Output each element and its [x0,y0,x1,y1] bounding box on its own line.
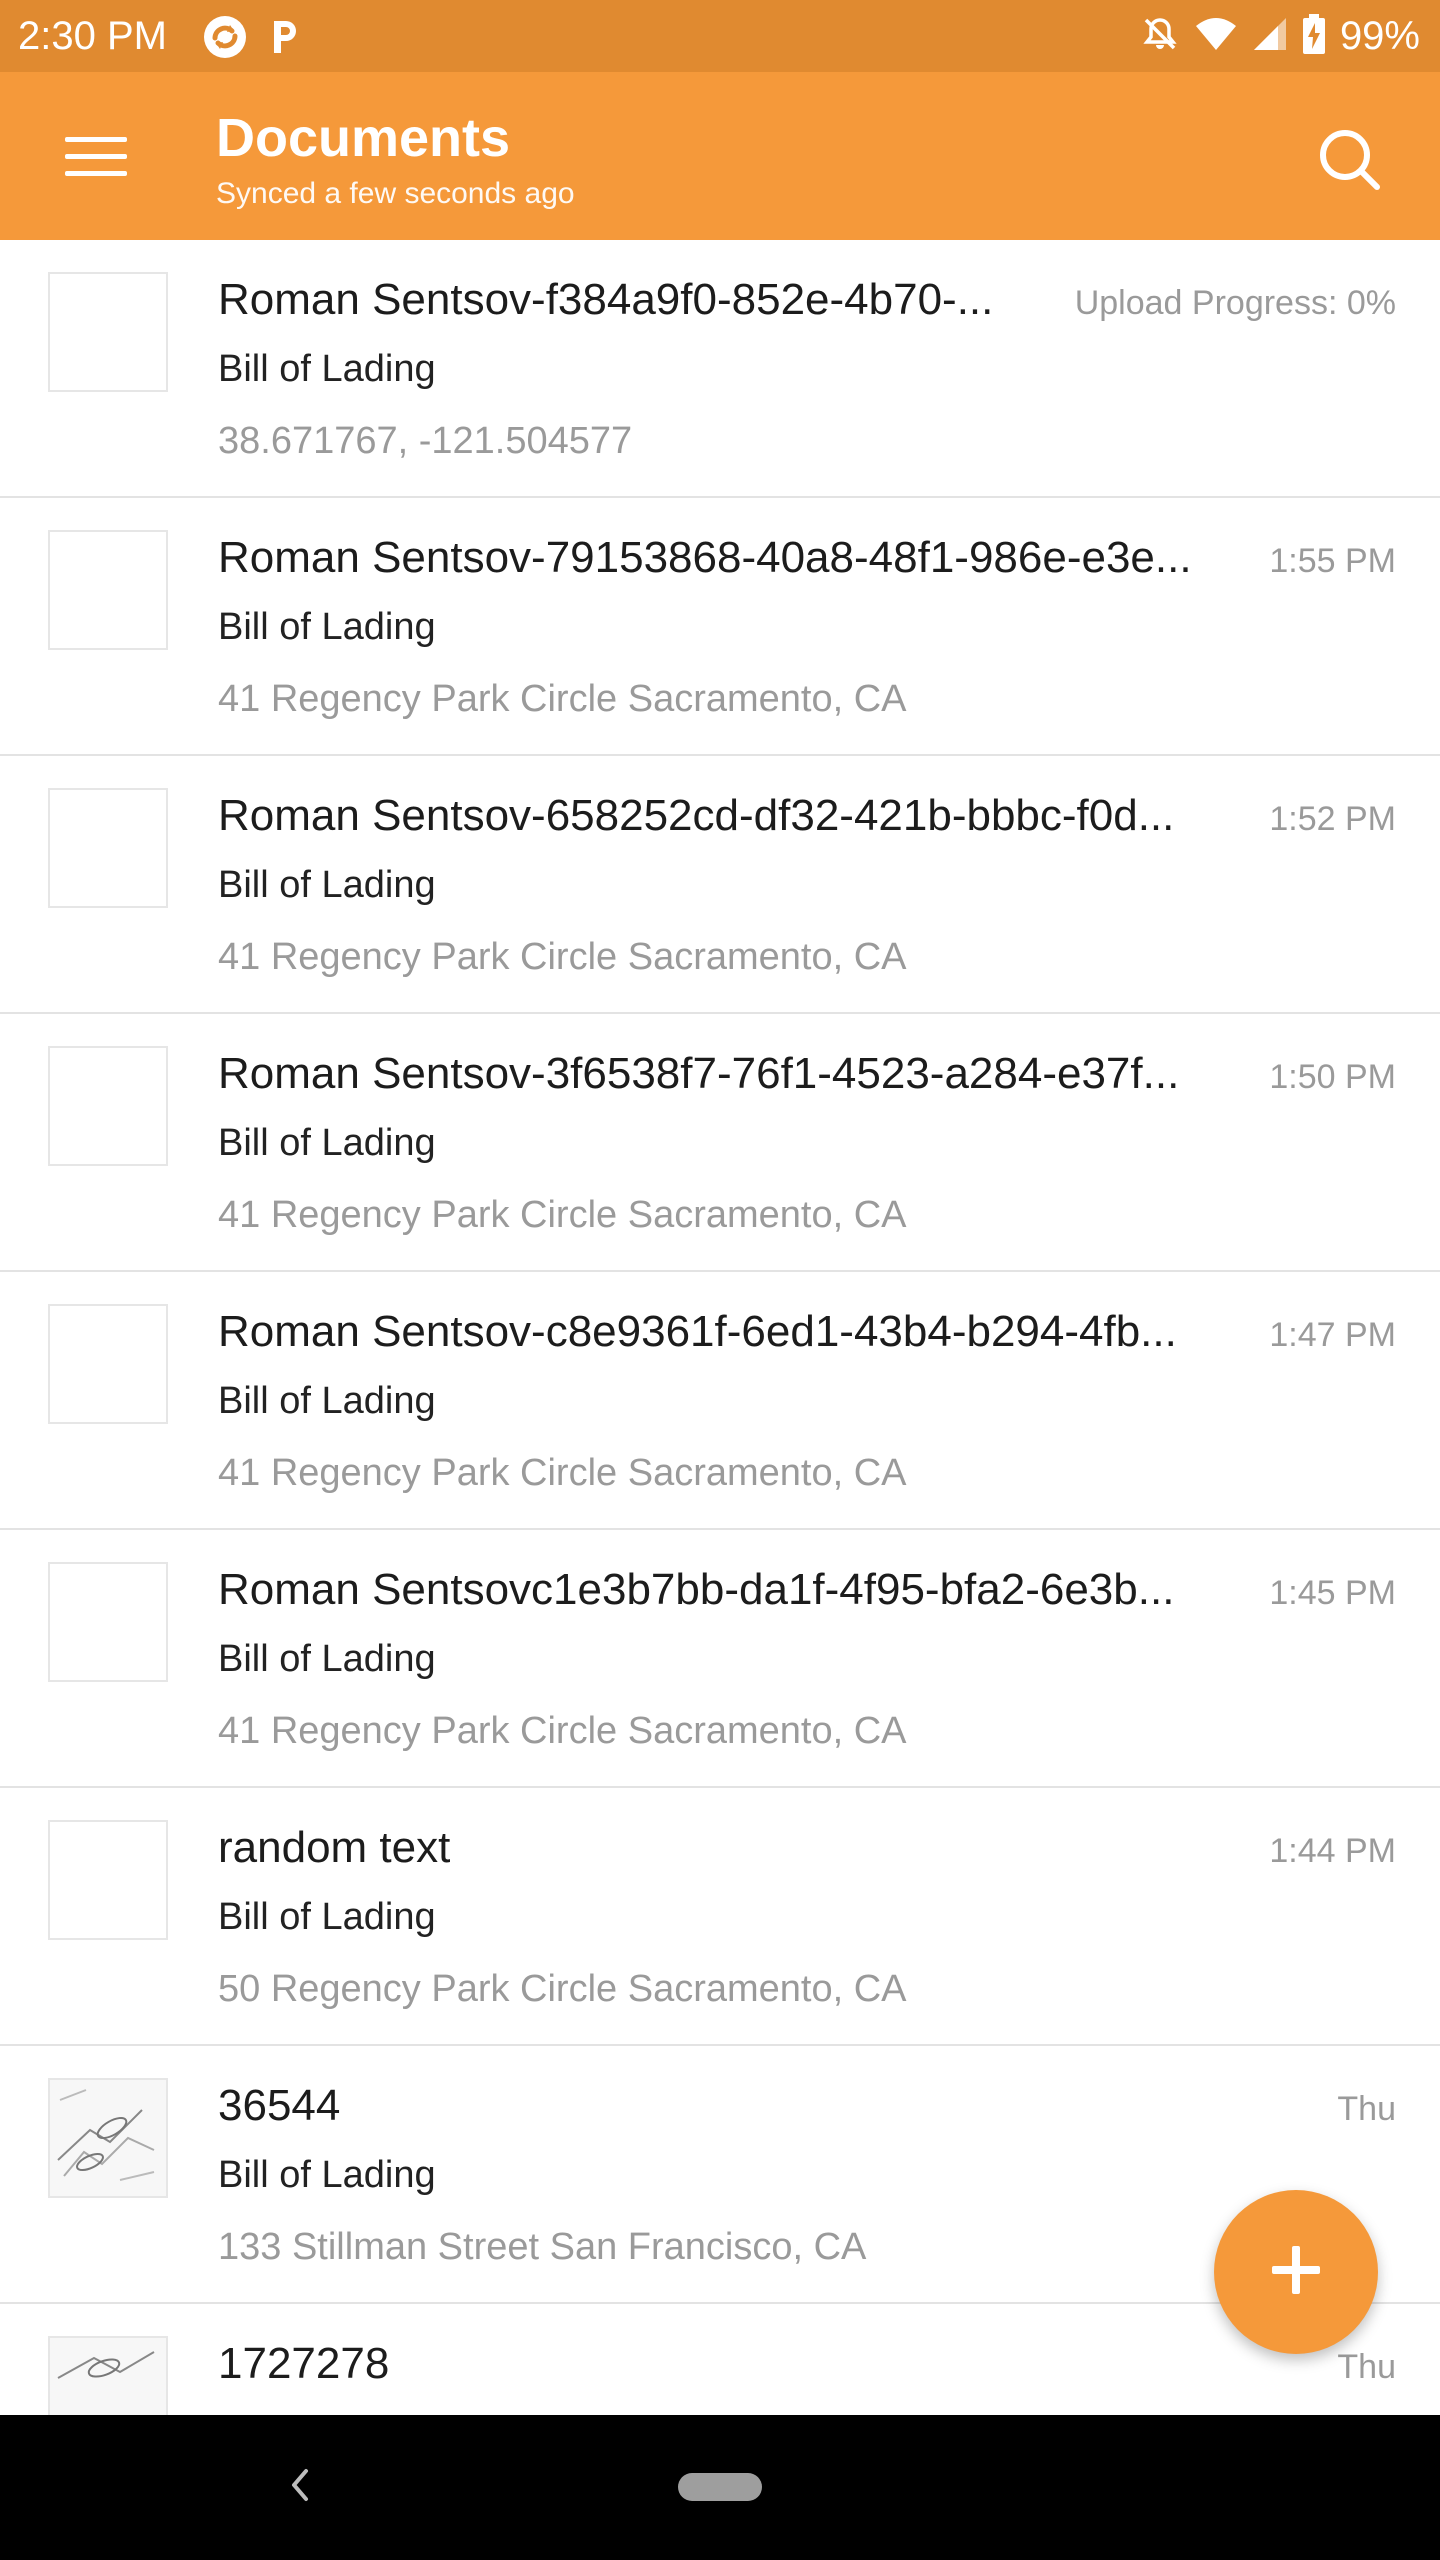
document-name: Roman Sentsov-658252cd-df32-421b-bbbc-f0… [218,791,1175,840]
document-item[interactable]: Roman Sentsov-658252cd-df32-421b-bbbc-f0… [0,756,1440,1014]
document-thumbnail [48,1562,168,1682]
page-title: Documents [216,108,511,168]
plus-icon [1270,2244,1322,2301]
document-location: 133 Stillman Street San Francisco, CA [218,2226,867,2268]
document-item[interactable]: 1727278 Thu [0,2304,1440,2415]
document-name: Roman Sentsov-79153868-40a8-48f1-986e-e3… [218,533,1192,582]
battery-charging-icon [1302,13,1326,60]
document-thumbnail [48,530,168,650]
document-time: Thu [1329,2344,1396,2390]
search-icon [1317,127,1381,196]
sync-icon [202,14,248,65]
document-location: 38.671767, -121.504577 [218,420,633,462]
sketch-thumbnail-image [50,2080,166,2196]
back-button[interactable] [270,2457,330,2517]
hamburger-menu-icon [65,135,127,184]
document-time: 1:50 PM [1261,1054,1396,1100]
menu-button[interactable] [40,114,152,204]
status-left-icons [202,14,302,65]
sync-status: Synced a few seconds ago [216,177,575,210]
document-item[interactable]: Roman Sentsov-f384a9f0-852e-4b70-... Upl… [0,240,1440,498]
document-type: Bill of Lading [218,2154,436,2196]
document-name: 36544 [218,2081,341,2130]
add-document-button[interactable] [1214,2190,1378,2354]
document-name: Roman Sentsovc1e3b7bb-da1f-4f95-bfa2-6e3… [218,1565,1175,1614]
upload-progress: Upload Progress: 0% [1066,280,1396,326]
document-time: 1:45 PM [1261,1570,1396,1616]
search-button[interactable] [1294,116,1404,206]
document-time: 1:52 PM [1261,796,1396,842]
document-time: 1:47 PM [1261,1312,1396,1358]
p-app-icon [268,17,302,62]
document-name: Roman Sentsov-c8e9361f-6ed1-43b4-b294-4f… [218,1307,1177,1356]
document-thumbnail [48,788,168,908]
document-location: 41 Regency Park Circle Sacramento, CA [218,1194,907,1236]
title-block: Documents Synced a few seconds ago [216,108,575,214]
home-pill-icon[interactable] [678,2473,762,2501]
document-item[interactable]: random text 1:44 PM Bill of Lading 50 Re… [0,1788,1440,2046]
documents-screen: 2:30 PM 99% Documents Synced a few secon… [0,0,1440,2560]
document-type: Bill of Lading [218,606,436,648]
document-type: Bill of Lading [218,1896,436,1938]
back-chevron-icon [286,2465,314,2510]
document-location: 50 Regency Park Circle Sacramento, CA [218,1968,907,2010]
document-item[interactable]: Roman Sentsovc1e3b7bb-da1f-4f95-bfa2-6e3… [0,1530,1440,1788]
document-item[interactable]: Roman Sentsov-79153868-40a8-48f1-986e-e3… [0,498,1440,756]
document-thumbnail [48,1304,168,1424]
cell-signal-icon [1252,16,1288,57]
app-bar: Documents Synced a few seconds ago [0,72,1440,240]
document-name: Roman Sentsov-f384a9f0-852e-4b70-... [218,275,994,324]
document-item[interactable]: Roman Sentsov-c8e9361f-6ed1-43b4-b294-4f… [0,1272,1440,1530]
document-location: 41 Regency Park Circle Sacramento, CA [218,678,907,720]
document-thumbnail [48,2336,168,2415]
document-location: 41 Regency Park Circle Sacramento, CA [218,936,907,978]
document-thumbnail [48,272,168,392]
document-time: Thu [1329,2086,1396,2132]
document-location: 41 Regency Park Circle Sacramento, CA [218,1452,907,1494]
document-type: Bill of Lading [218,348,436,390]
document-type: Bill of Lading [218,1638,436,1680]
status-time: 2:30 PM [18,14,167,58]
document-type: Bill of Lading [218,864,436,906]
document-item[interactable]: Roman Sentsov-3f6538f7-76f1-4523-a284-e3… [0,1014,1440,1272]
battery-percent: 99% [1339,14,1420,58]
document-name: Roman Sentsov-3f6538f7-76f1-4523-a284-e3… [218,1049,1180,1098]
document-thumbnail [48,1046,168,1166]
notifications-off-icon [1140,14,1180,59]
document-thumbnail [48,2078,168,2198]
document-type: Bill of Lading [218,1380,436,1422]
document-time: 1:55 PM [1261,538,1396,584]
status-bar: 2:30 PM 99% [0,0,1440,72]
document-list: Roman Sentsov-f384a9f0-852e-4b70-... Upl… [0,240,1440,2415]
wifi-icon [1194,16,1238,57]
document-time: 1:44 PM [1261,1828,1396,1874]
document-name: 1727278 [218,2339,390,2388]
document-thumbnail [48,1820,168,1940]
system-nav-bar [0,2415,1440,2560]
status-right-icons: 99% [1140,12,1420,60]
document-location: 41 Regency Park Circle Sacramento, CA [218,1710,907,1752]
sketch-thumbnail-image [50,2338,166,2415]
document-type: Bill of Lading [218,1122,436,1164]
document-name: random text [218,1823,451,1872]
